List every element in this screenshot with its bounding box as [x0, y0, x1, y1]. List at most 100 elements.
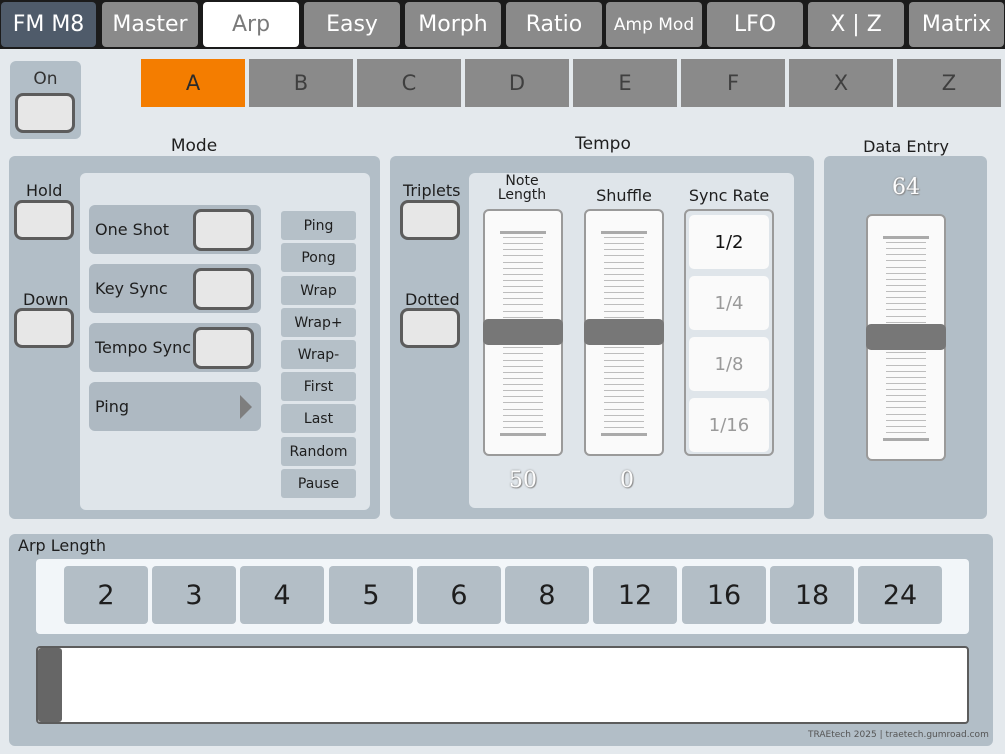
data-entry-title: Data Entry [863, 137, 949, 156]
tempo-sync-toggle[interactable] [193, 327, 254, 369]
slider-tick [886, 272, 926, 274]
slider-tick [886, 395, 926, 397]
pattern-option-ping[interactable]: Ping [281, 211, 356, 240]
sub-tab-b[interactable]: B [249, 59, 353, 107]
pattern-option-pong[interactable]: Pong [281, 243, 356, 272]
down-label: Down [23, 290, 69, 309]
shuffle-slider[interactable] [584, 209, 664, 456]
slider-tick [886, 401, 926, 403]
tab-x-z[interactable]: X | Z [808, 2, 904, 47]
sync-rate-1-8[interactable]: 1/8 [689, 337, 769, 391]
slider-tick [604, 237, 644, 239]
slider-tick [503, 359, 543, 361]
arp-length-24[interactable]: 24 [858, 566, 942, 624]
slider-tick [604, 273, 644, 275]
one-shot-toggle[interactable] [193, 209, 254, 251]
pattern-option-random[interactable]: Random [281, 437, 356, 466]
pattern-option-wrap-plus[interactable]: Wrap+ [281, 308, 356, 337]
slider-tick [503, 310, 543, 312]
dotted-toggle[interactable] [400, 308, 460, 348]
pattern-option-wrap[interactable]: Wrap [281, 276, 356, 305]
sub-tab-x[interactable]: X [789, 59, 893, 107]
pattern-option-first[interactable]: First [281, 372, 356, 401]
slider-tick [604, 426, 644, 428]
tab-ratio[interactable]: Ratio [506, 2, 602, 47]
on-label: On [33, 69, 58, 89]
on-toggle[interactable] [15, 93, 75, 133]
pattern-selector[interactable]: Ping [89, 382, 261, 431]
slider-tick [604, 261, 644, 263]
pattern-option-pause[interactable]: Pause [281, 469, 356, 498]
note-length-handle[interactable] [483, 319, 563, 345]
sub-tab-c[interactable]: C [357, 59, 461, 107]
arp-length-3[interactable]: 3 [152, 566, 236, 624]
slider-tick [503, 365, 543, 367]
slider-tick [604, 255, 644, 257]
tab-morph[interactable]: Morph [405, 2, 501, 47]
tab-matrix[interactable]: Matrix [909, 2, 1004, 47]
shuffle-label: Shuffle [596, 186, 652, 205]
arp-length-16[interactable]: 16 [682, 566, 766, 624]
sync-rate-1-16[interactable]: 1/16 [689, 398, 769, 452]
triplets-toggle[interactable] [400, 200, 460, 240]
slider-tick [503, 298, 543, 300]
key-sync-row: Key Sync [89, 264, 261, 313]
slider-tick [604, 316, 644, 318]
tab-lfo[interactable]: LFO [707, 2, 803, 47]
tab-easy[interactable]: Easy [304, 2, 400, 47]
arp-length-6[interactable]: 6 [417, 566, 501, 624]
slider-tick [503, 304, 543, 306]
arp-length-5[interactable]: 5 [329, 566, 413, 624]
sub-tab-a[interactable]: A [141, 59, 245, 107]
sub-tab-z[interactable]: Z [897, 59, 1001, 107]
sync-rate-1-2[interactable]: 1/2 [689, 215, 769, 269]
slider-tick [503, 414, 543, 416]
play-arrow-icon [240, 395, 252, 419]
slider-tick [886, 376, 926, 378]
tab-amp-mod[interactable]: Amp Mod [606, 2, 702, 47]
slider-tick [886, 425, 926, 427]
data-entry-slider[interactable] [866, 214, 946, 461]
slider-tick [886, 315, 926, 317]
note-length-slider[interactable] [483, 209, 563, 456]
shuffle-handle[interactable] [584, 319, 664, 345]
hold-toggle[interactable] [14, 200, 74, 240]
arp-length-12[interactable]: 12 [593, 566, 677, 624]
pattern-option-last[interactable]: Last [281, 404, 356, 433]
slider-tick [886, 303, 926, 305]
slider-tick [604, 267, 644, 269]
sub-tab-e[interactable]: E [573, 59, 677, 107]
shuffle-value: 0 [620, 468, 634, 493]
tab-master[interactable]: Master [102, 2, 198, 47]
slider-tick [503, 390, 543, 392]
one-shot-row: One Shot [89, 205, 261, 254]
down-toggle[interactable] [14, 308, 74, 348]
arp-length-8[interactable]: 8 [505, 566, 589, 624]
slider-tick [886, 419, 926, 421]
slider-tick [503, 402, 543, 404]
key-sync-toggle[interactable] [193, 268, 254, 310]
tempo-sync-row: Tempo Sync [89, 323, 261, 372]
arp-length-slider[interactable] [36, 646, 969, 724]
slider-tick [503, 273, 543, 275]
slider-tick [500, 231, 546, 234]
slider-tick [604, 390, 644, 392]
note-length-label-1: Note [505, 173, 539, 189]
data-entry-handle[interactable] [866, 324, 946, 350]
arp-length-18[interactable]: 18 [770, 566, 854, 624]
arp-length-slider-handle[interactable] [38, 648, 62, 722]
slider-tick [604, 377, 644, 379]
slider-tick [604, 402, 644, 404]
slider-tick [604, 408, 644, 410]
slider-tick [503, 243, 543, 245]
slider-tick [503, 408, 543, 410]
arp-length-4[interactable]: 4 [240, 566, 324, 624]
sub-tab-f[interactable]: F [681, 59, 785, 107]
slider-tick [886, 254, 926, 256]
tab-arp[interactable]: Arp [203, 2, 299, 47]
sub-tab-d[interactable]: D [465, 59, 569, 107]
sync-rate-1-4[interactable]: 1/4 [689, 276, 769, 330]
arp-length-2[interactable]: 2 [64, 566, 148, 624]
pattern-option-wrap-minus[interactable]: Wrap- [281, 340, 356, 369]
footer-credit: TRAEtech 2025 | traetech.gumroad.com [808, 730, 989, 740]
